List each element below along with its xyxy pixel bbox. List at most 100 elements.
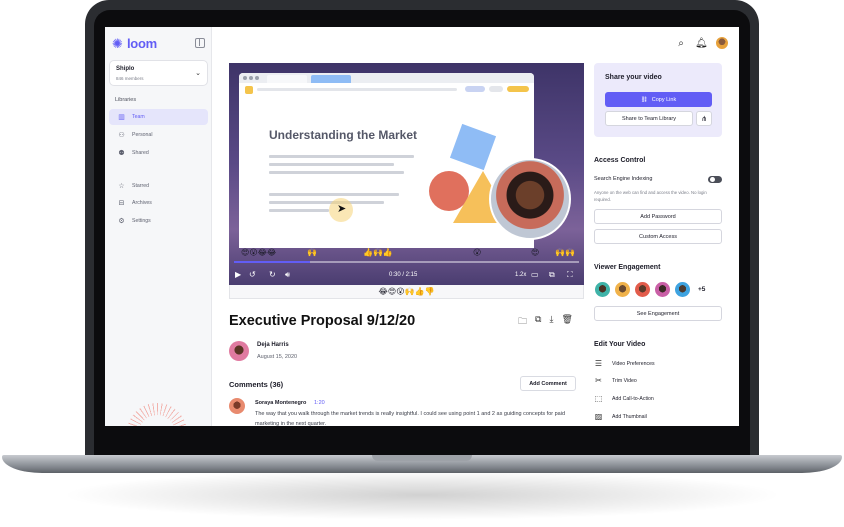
text-line [269,193,399,196]
browser-tab [311,75,351,83]
video-player[interactable]: Understanding the Market ➤ 😍😮😂😂 🙌 👍🙌👍 😮 … [229,63,584,285]
video-preferences-item[interactable]: ☰ Video Preferences [594,359,655,368]
edit-item-label: Add Thumbnail [612,413,647,420]
sidebar-item-shared[interactable]: ⚉ Shared [109,145,208,161]
video-progress-bar[interactable] [234,261,579,263]
trim-video-item[interactable]: ✂ Trim Video [594,376,637,385]
timeline-reaction: 😮 [473,248,482,257]
loom-logo-icon: ✺ [112,35,123,51]
viewer-engagement-title: Viewer Engagement [594,264,661,271]
viewer-avatar[interactable] [614,281,631,298]
sidebar-collapse-icon[interactable] [195,38,205,48]
copy-link-button[interactable]: ⛓︎ Copy Link [605,92,712,107]
presenter-camera-bubble[interactable] [489,158,571,240]
viewer-avatar[interactable] [674,281,691,298]
share-icon[interactable]: ⋔ [696,111,712,126]
viewer-more-count[interactable]: +5 [698,286,705,293]
decorative-burst [127,403,187,426]
timeline-reactions: 😍😮😂😂 [241,248,277,257]
rewind-icon[interactable]: ↺ [249,270,256,279]
fullscreen-icon[interactable]: ⛶ [567,270,573,280]
libraries-label: Libraries [115,97,137,103]
text-line [269,209,329,212]
archive-icon: ⊟ [118,200,125,207]
folder-icon[interactable]: 🗀 [518,314,527,330]
reaction-picker[interactable]: 😂😍😮🙌👍👎 [229,285,584,299]
browser-pill [507,86,529,92]
sidebar: ✺ loom Shiplo 846 members ⌄ Libraries ▥ … [105,27,212,426]
forward-icon[interactable]: ↻ [269,270,276,279]
browser-tab [267,75,307,83]
top-actions: ⌕ 🔔︎ [675,36,729,50]
author-avatar [229,341,249,361]
search-icon[interactable]: ⌕ [675,38,687,49]
sidebar-item-label: Personal [132,132,153,138]
download-icon[interactable]: ⤓ [549,314,553,330]
commenter-name: Soraya Montenegro [255,400,307,406]
text-line [269,163,394,166]
trash-icon[interactable]: 🗑︎ [561,314,572,330]
logo-text: loom [127,36,157,51]
timeline-reactions: 🙌🙌 [555,248,575,257]
sidebar-item-label: Archives [132,200,152,206]
captions-icon[interactable]: ▭ [531,270,539,279]
text-line [269,155,414,158]
sidebar-item-team[interactable]: ▥ Team [109,109,208,125]
sidebar-item-personal[interactable]: ⚇ Personal [109,127,208,143]
person-icon: ⚇ [118,132,125,139]
add-thumbnail-item[interactable]: ▨ Add Thumbnail [594,412,647,421]
viewer-avatar[interactable] [654,281,671,298]
browser-bar [239,73,534,83]
play-icon[interactable]: ▶ [235,270,241,279]
copy-icon[interactable]: ⧉ [535,314,541,330]
custom-access-button[interactable]: Custom Access [594,229,722,244]
video-time: 0:30 / 2:15 [389,272,418,278]
comment-text: The way that you walk through the market… [255,411,566,426]
author-name: Deja Harris [257,342,289,348]
people-icon: ⚉ [118,150,125,157]
text-line [269,201,384,204]
comments-header: Comments (36) [229,380,284,389]
video-progress-fill [234,261,310,263]
add-cta-item[interactable]: ⬚ Add Call-to-Action [594,394,654,403]
app-screen: ✺ loom Shiplo 846 members ⌄ Libraries ▥ … [105,27,739,426]
volume-icon[interactable]: 🔊︎ [285,270,290,280]
edit-item-label: Add Call-to-Action [612,395,654,402]
add-comment-button[interactable]: Add Comment [520,376,576,391]
playback-speed[interactable]: 1.2x [515,272,526,278]
search-indexing-toggle[interactable] [708,176,722,183]
sidebar-item-label: Settings [132,218,151,224]
sidebar-item-archives[interactable]: ⊟ Archives [109,195,208,211]
add-password-button[interactable]: Add Password [594,209,722,224]
sidebar-item-settings[interactable]: ⚙ Settings [109,213,208,229]
picture-in-picture-icon[interactable]: ⧉ [549,270,555,280]
comment-timestamp[interactable]: 1:20 [314,400,325,406]
timeline-reaction: 🙌 [307,248,317,257]
workspace-switcher[interactable]: Shiplo 846 members ⌄ [109,60,208,86]
timeline-reactions: 👍🙌👍 [363,248,393,257]
sidebar-item-starred[interactable]: ☆ Starred [109,178,208,194]
window-dot [249,76,253,80]
sidebar-item-label: Shared [132,150,149,156]
blue-square-shape [449,123,497,171]
see-engagement-button[interactable]: See Engagement [594,306,722,321]
browser-pill [465,86,485,92]
chevron-down-icon: ⌄ [195,70,201,77]
share-team-library-button[interactable]: Share to Team Library [605,111,693,126]
video-controls: ▶ ↺ ↻ 🔊︎ 0:30 / 2:15 1.2x ▭ ⧉ ⛶ [229,265,584,285]
image-icon: ▨ [594,412,603,421]
cursor-click-icon: ⬚ [594,394,603,403]
link-icon: ⛓︎ [640,96,648,103]
viewer-avatar[interactable] [634,281,651,298]
commenter-avatar [229,398,245,414]
workspace-members: 846 members [116,76,144,81]
mouse-cursor-icon: ➤ [337,203,347,215]
bell-icon[interactable]: 🔔︎ [695,38,708,49]
sidebar-item-label: Team [132,114,145,120]
copy-link-label: Copy Link [651,96,677,103]
viewer-avatar[interactable] [594,281,611,298]
loom-logo[interactable]: ✺ loom [112,36,157,51]
sliders-icon: ☰ [594,359,603,368]
user-avatar[interactable] [715,36,729,50]
workspace-name: Shiplo [116,66,135,72]
